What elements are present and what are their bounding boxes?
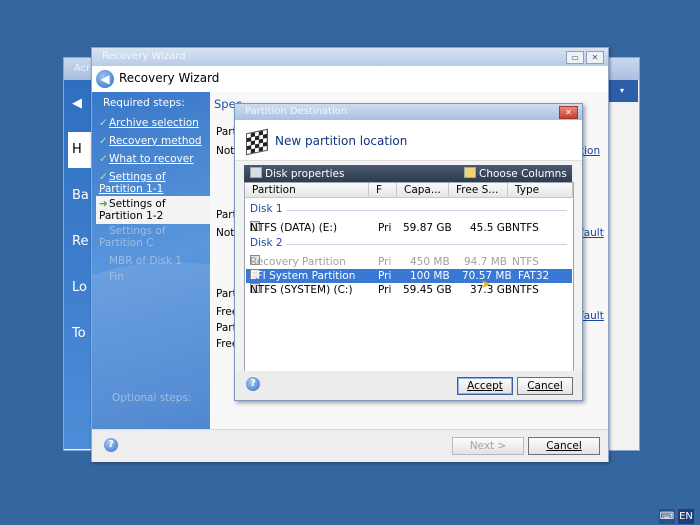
partition-destination-dialog: Partition Destination ✕ New partition lo… xyxy=(234,103,583,401)
columns-icon xyxy=(464,167,476,178)
keyboard-icon[interactable]: ⌨ xyxy=(659,509,675,524)
dialog-title: Partition Destination xyxy=(245,106,348,117)
cancel-button[interactable]: Cancel xyxy=(517,377,573,395)
close-icon[interactable]: ✕ xyxy=(586,51,604,64)
column-header-capacity[interactable]: Capa... xyxy=(397,183,449,198)
dialog-toolbar: Disk properties Choose Columns xyxy=(244,165,572,182)
step-archive-selection[interactable]: ✓Archive selection xyxy=(99,117,199,129)
table-row: Recovery Partition Pri 450 MB 94.7 MB NT… xyxy=(250,255,539,268)
disk-icon xyxy=(250,167,262,178)
dialog-header-title: New partition location xyxy=(275,134,408,148)
content-line: Not xyxy=(216,145,235,157)
wizard-header: ◀ Recovery Wizard xyxy=(92,66,608,92)
check-icon: ✓ xyxy=(99,117,108,129)
wizard-footer: ? Next > Cancel xyxy=(92,429,608,462)
step-settings-partition-1-1[interactable]: ✓Settings of Partition 1-1 xyxy=(99,171,207,195)
wizard-title-bar: Recovery Wizard ▭ ✕ xyxy=(92,48,608,66)
column-header-flag[interactable]: F xyxy=(369,183,397,198)
default-link[interactable]: fault xyxy=(580,227,604,239)
optional-steps-label: Optional steps: xyxy=(112,392,192,404)
change-location-link[interactable]: tion xyxy=(580,145,600,157)
checkered-flag-icon xyxy=(246,128,268,156)
dialog-footer: ? Accept Cancel xyxy=(235,371,582,400)
column-header-type[interactable]: Type xyxy=(508,183,573,198)
choose-columns-button[interactable]: Choose Columns xyxy=(464,167,567,180)
partition-list: Partition F Capa... Free S... Type Disk … xyxy=(244,182,574,373)
group-disk-2: Disk 2 xyxy=(250,237,283,249)
step-mbr-disk-1[interactable]: MBR of Disk 1 xyxy=(99,255,182,267)
table-row[interactable]: EFI System Partition Pri 100 MB 70.57 MB… xyxy=(246,269,572,283)
column-header-free-space[interactable]: Free S... xyxy=(449,183,508,198)
default-link[interactable]: fault xyxy=(580,310,604,322)
group-disk-1: Disk 1 xyxy=(250,203,283,215)
steps-panel: Required steps: ✓Archive selection ✓Reco… xyxy=(92,92,210,429)
step-settings-partition-c[interactable]: Settings of Partition C xyxy=(99,225,207,249)
next-button[interactable]: Next > xyxy=(452,437,524,455)
step-recovery-method[interactable]: ✓Recovery method xyxy=(99,135,202,147)
back-arrow-icon[interactable]: ◀ xyxy=(96,70,114,88)
arrow-right-icon: ➜ xyxy=(99,198,108,210)
group-divider xyxy=(287,244,567,245)
mouse-cursor-icon: ➤ xyxy=(481,277,492,291)
cancel-button[interactable]: Cancel xyxy=(528,437,600,455)
required-steps-label: Required steps: xyxy=(103,97,185,109)
table-row[interactable]: NTFS (SYSTEM) (C:) Pri 59.45 GB 37.3 GB … xyxy=(246,283,572,297)
column-header-partition[interactable]: Partition xyxy=(245,183,369,198)
background-title: Acr xyxy=(74,63,91,74)
wizard-header-title: Recovery Wizard xyxy=(119,71,220,85)
check-icon: ✓ xyxy=(99,171,108,183)
system-tray: ⌨ EN xyxy=(656,508,700,525)
close-icon[interactable]: ✕ xyxy=(559,106,578,119)
step-what-to-recover[interactable]: ✓What to recover xyxy=(99,153,194,165)
dialog-title-bar: Partition Destination ✕ xyxy=(235,104,582,120)
restore-icon[interactable]: ▭ xyxy=(566,51,584,64)
content-line: Not xyxy=(216,227,235,239)
chevron-down-icon[interactable]: ▾ xyxy=(606,80,638,102)
wizard-title: Recovery Wizard xyxy=(102,51,186,62)
check-icon: ✓ xyxy=(99,153,108,165)
language-indicator[interactable]: EN xyxy=(678,509,694,524)
check-icon: ✓ xyxy=(99,135,108,147)
accept-button[interactable]: Accept xyxy=(457,377,513,395)
group-divider xyxy=(287,210,567,211)
help-icon[interactable]: ? xyxy=(246,377,260,391)
disk-properties-button[interactable]: Disk properties xyxy=(250,167,344,180)
step-settings-partition-1-2[interactable]: ➜Settings of Partition 1-2 xyxy=(96,196,210,224)
table-row[interactable]: NTFS (DATA) (E:) Pri 59.87 GB 45.5 GB NT… xyxy=(246,221,572,235)
step-finish[interactable]: Fin xyxy=(99,271,124,283)
dialog-header: New partition location xyxy=(235,120,582,161)
help-icon[interactable]: ? xyxy=(104,438,118,452)
